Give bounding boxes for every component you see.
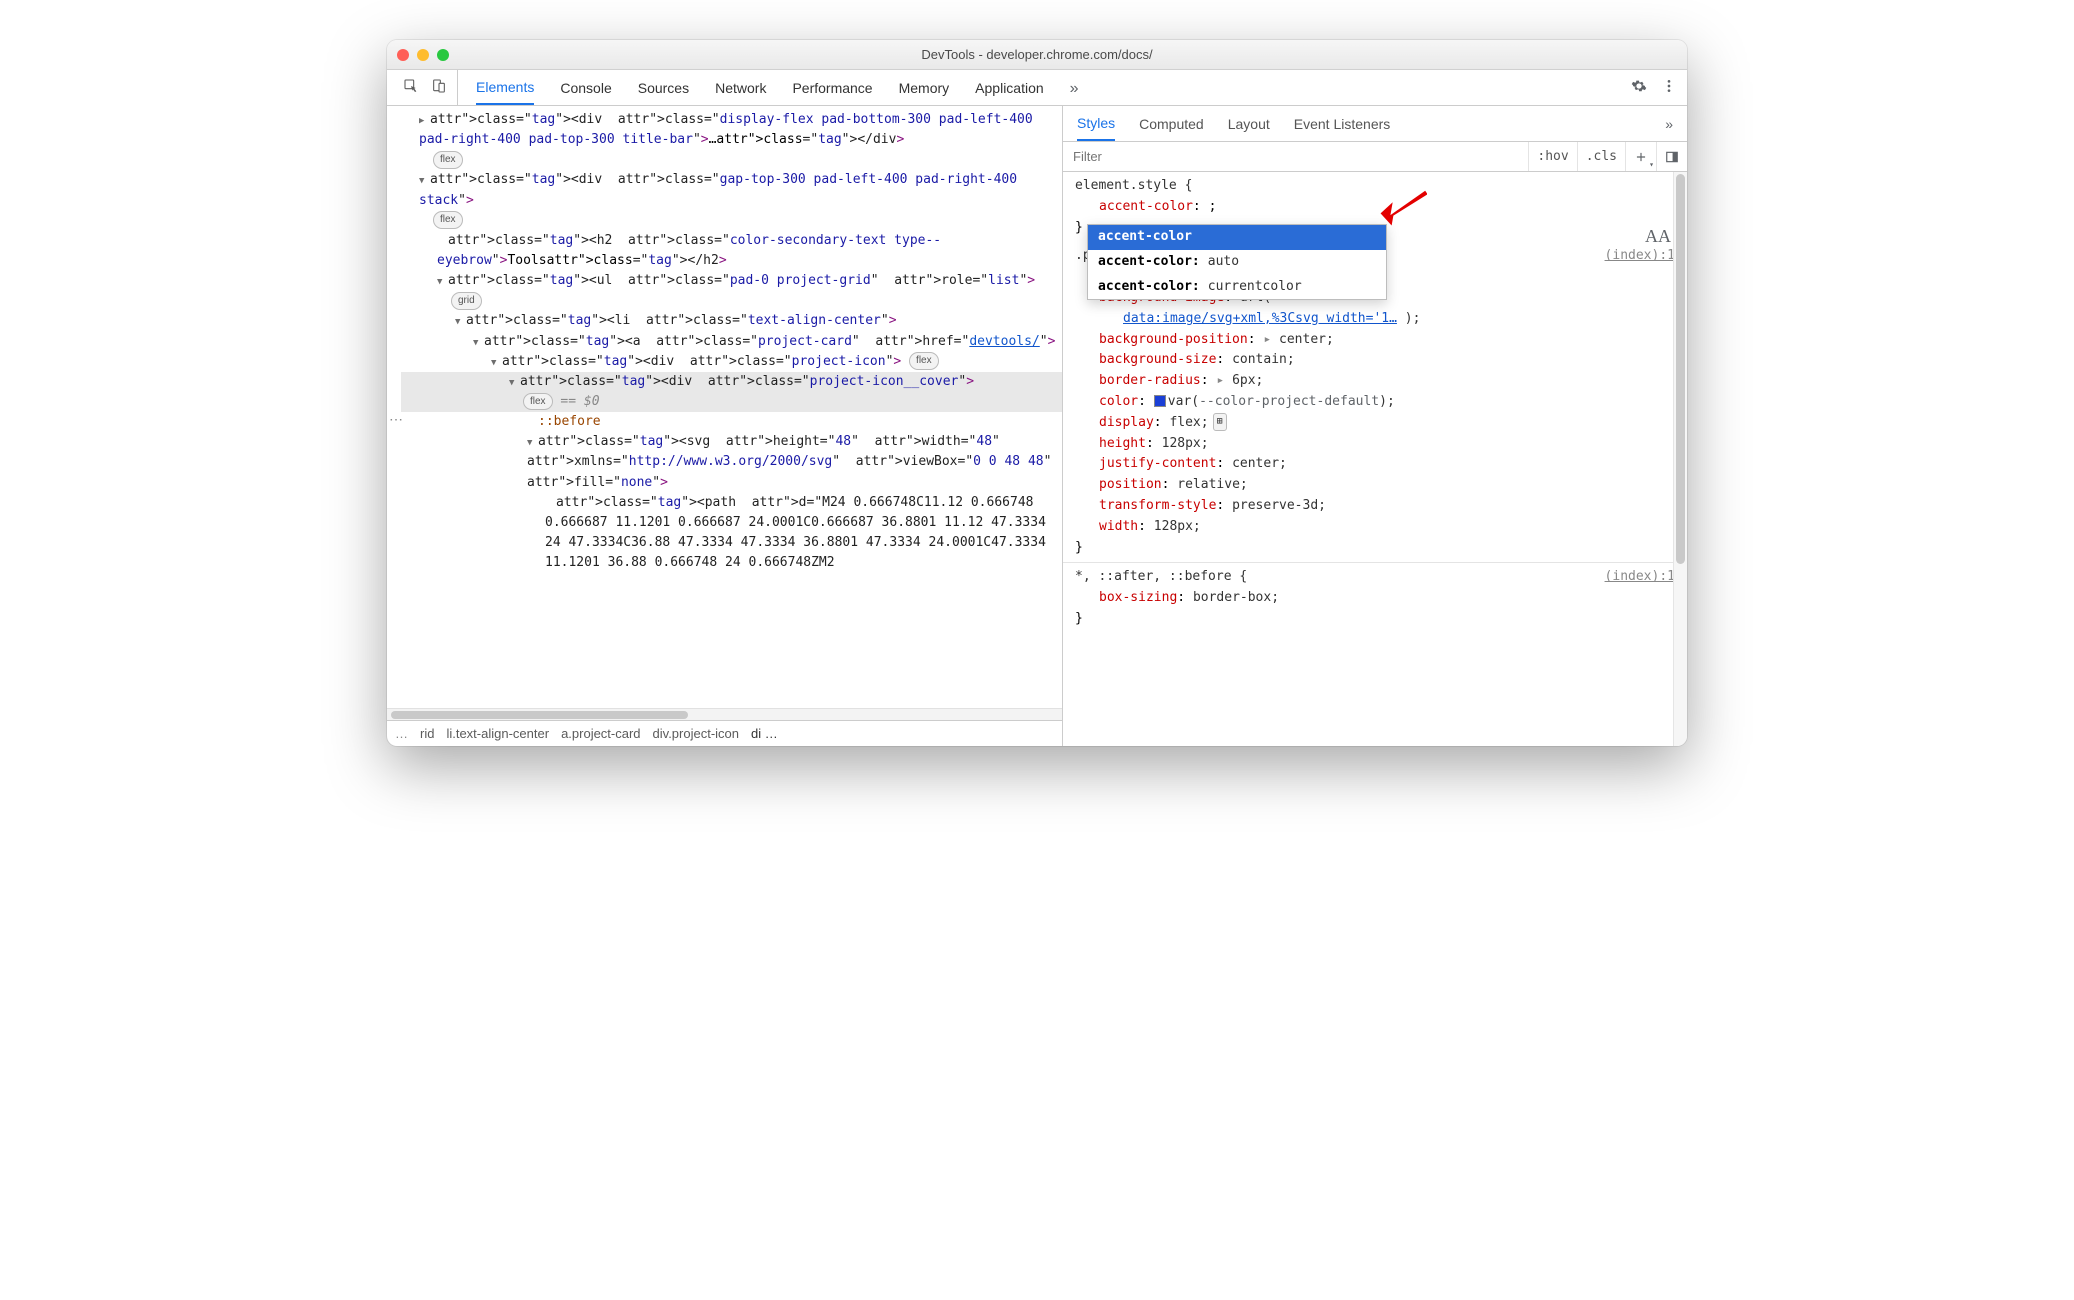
window-title: DevTools - developer.chrome.com/docs/: [387, 47, 1687, 62]
tabs-overflow-icon[interactable]: »: [1070, 80, 1086, 96]
autocomplete-item[interactable]: accent-color:auto: [1088, 250, 1386, 275]
editing-property[interactable]: accent-color: ;: [1075, 197, 1675, 218]
filter-input[interactable]: [1063, 145, 1528, 168]
breadcrumb[interactable]: … rid li.text-align-center a.project-car…: [387, 720, 1062, 746]
vertical-scrollbar[interactable]: [1673, 172, 1687, 746]
annotation-arrow-icon: [1377, 182, 1427, 240]
rule-selector: *, ::after, ::before {: [1075, 569, 1247, 584]
styles-pane[interactable]: element.style { accent-color: ; } accent…: [1063, 172, 1687, 746]
dom-node[interactable]: attr">class="tag"><div attr">class="disp…: [401, 110, 1062, 170]
css-property[interactable]: border-radius: ▸ 6px;: [1075, 371, 1675, 392]
tab-event-listeners[interactable]: Event Listeners: [1294, 108, 1391, 140]
css-property[interactable]: color: var(--color-project-default);: [1075, 392, 1675, 413]
style-rule[interactable]: *, ::after, ::before { (index):1 box-siz…: [1063, 563, 1687, 633]
breadcrumb-item[interactable]: div.project-icon: [653, 726, 739, 741]
inspect-element-icon[interactable]: [403, 78, 419, 97]
elements-panel: ⋯ attr">class="tag"><div attr">class="di…: [387, 106, 1063, 746]
horizontal-scrollbar[interactable]: [387, 708, 1062, 720]
rule-source-link[interactable]: (index):1: [1605, 246, 1675, 267]
dom-tree[interactable]: attr">class="tag"><div attr">class="disp…: [387, 106, 1062, 708]
css-property[interactable]: background-size: contain;: [1075, 350, 1675, 371]
css-property[interactable]: background-position: ▸ center;: [1075, 330, 1675, 351]
breadcrumb-ellipsis[interactable]: …: [395, 726, 408, 741]
main-toolbar: Elements Console Sources Network Perform…: [387, 70, 1687, 106]
panel-tabs: Elements Console Sources Network Perform…: [458, 71, 1627, 105]
css-property[interactable]: display: flex;⊞: [1075, 413, 1675, 434]
breadcrumb-item[interactable]: di …: [751, 726, 778, 741]
cls-toggle[interactable]: .cls: [1577, 142, 1625, 171]
rule-close: }: [1075, 609, 1675, 630]
autocomplete-item[interactable]: accent-color: [1088, 225, 1386, 250]
css-property[interactable]: position: relative;: [1075, 475, 1675, 496]
gutter-ellipsis-icon: ⋯: [389, 411, 403, 428]
tab-application[interactable]: Application: [975, 72, 1044, 104]
layout-badge[interactable]: flex: [909, 352, 939, 370]
rule-close: }: [1075, 538, 1675, 559]
css-property[interactable]: transform-style: preserve-3d;: [1075, 496, 1675, 517]
breadcrumb-item[interactable]: a.project-card: [561, 726, 640, 741]
dom-node[interactable]: attr">class="tag"><div attr">class="proj…: [401, 372, 1062, 412]
styles-tabs: Styles Computed Layout Event Listeners »: [1063, 106, 1687, 142]
devtools-window: DevTools - developer.chrome.com/docs/ El…: [387, 40, 1687, 746]
css-property[interactable]: justify-content: center;: [1075, 454, 1675, 475]
tab-sources[interactable]: Sources: [638, 72, 689, 104]
toggle-computed-sidebar-icon[interactable]: [1656, 142, 1687, 171]
tab-elements[interactable]: Elements: [476, 71, 534, 105]
titlebar: DevTools - developer.chrome.com/docs/: [387, 40, 1687, 70]
tab-styles[interactable]: Styles: [1077, 107, 1115, 141]
css-property[interactable]: width: 128px;: [1075, 517, 1675, 538]
autocomplete-item[interactable]: accent-color:currentcolor: [1088, 275, 1386, 300]
tab-console[interactable]: Console: [560, 72, 611, 104]
autocomplete-popup[interactable]: accent-coloraccent-color:autoaccent-colo…: [1087, 224, 1387, 300]
device-toolbar-icon[interactable]: [431, 78, 447, 97]
dom-node[interactable]: attr">class="tag"><li attr">class="text-…: [401, 311, 1062, 331]
filter-bar: :hov .cls ▾: [1063, 142, 1687, 172]
tab-computed[interactable]: Computed: [1139, 108, 1204, 140]
tab-performance[interactable]: Performance: [792, 72, 872, 104]
styles-tabs-overflow-icon[interactable]: »: [1665, 116, 1673, 132]
hov-toggle[interactable]: :hov: [1528, 142, 1576, 171]
style-rule-element[interactable]: element.style { accent-color: ; } accent…: [1063, 172, 1687, 242]
sidebar-panel: Styles Computed Layout Event Listeners »…: [1063, 106, 1687, 746]
main-split: ⋯ attr">class="tag"><div attr">class="di…: [387, 106, 1687, 746]
rule-source-link[interactable]: (index):1: [1605, 567, 1675, 588]
css-property[interactable]: box-sizing: border-box;: [1075, 588, 1675, 609]
dom-node[interactable]: attr">class="tag"><div attr">class="proj…: [401, 352, 1062, 372]
settings-icon[interactable]: [1631, 78, 1647, 97]
dom-node[interactable]: attr">class="tag"><ul attr">class="pad-0…: [401, 271, 1062, 311]
tab-memory[interactable]: Memory: [899, 72, 950, 104]
rule-selector: element.style {: [1075, 176, 1675, 197]
dom-node[interactable]: attr">class="tag"><h2 attr">class="color…: [401, 231, 1062, 271]
dom-node[interactable]: ::before: [401, 412, 1062, 432]
kebab-menu-icon[interactable]: [1661, 78, 1677, 97]
dom-node[interactable]: attr">class="tag"><svg attr">height="48"…: [401, 432, 1062, 492]
tab-network[interactable]: Network: [715, 72, 766, 104]
breadcrumb-item[interactable]: rid: [420, 726, 434, 741]
dom-node[interactable]: attr">class="tag"><path attr">d="M24 0.6…: [401, 493, 1062, 574]
dom-node[interactable]: attr">class="tag"><div attr">class="gap-…: [401, 170, 1062, 230]
new-style-rule-button[interactable]: ▾: [1625, 142, 1656, 171]
dom-node[interactable]: attr">class="tag"><a attr">class="projec…: [401, 332, 1062, 352]
breadcrumb-item[interactable]: li.text-align-center: [446, 726, 549, 741]
tab-layout[interactable]: Layout: [1228, 108, 1270, 140]
css-property[interactable]: height: 128px;: [1075, 434, 1675, 455]
